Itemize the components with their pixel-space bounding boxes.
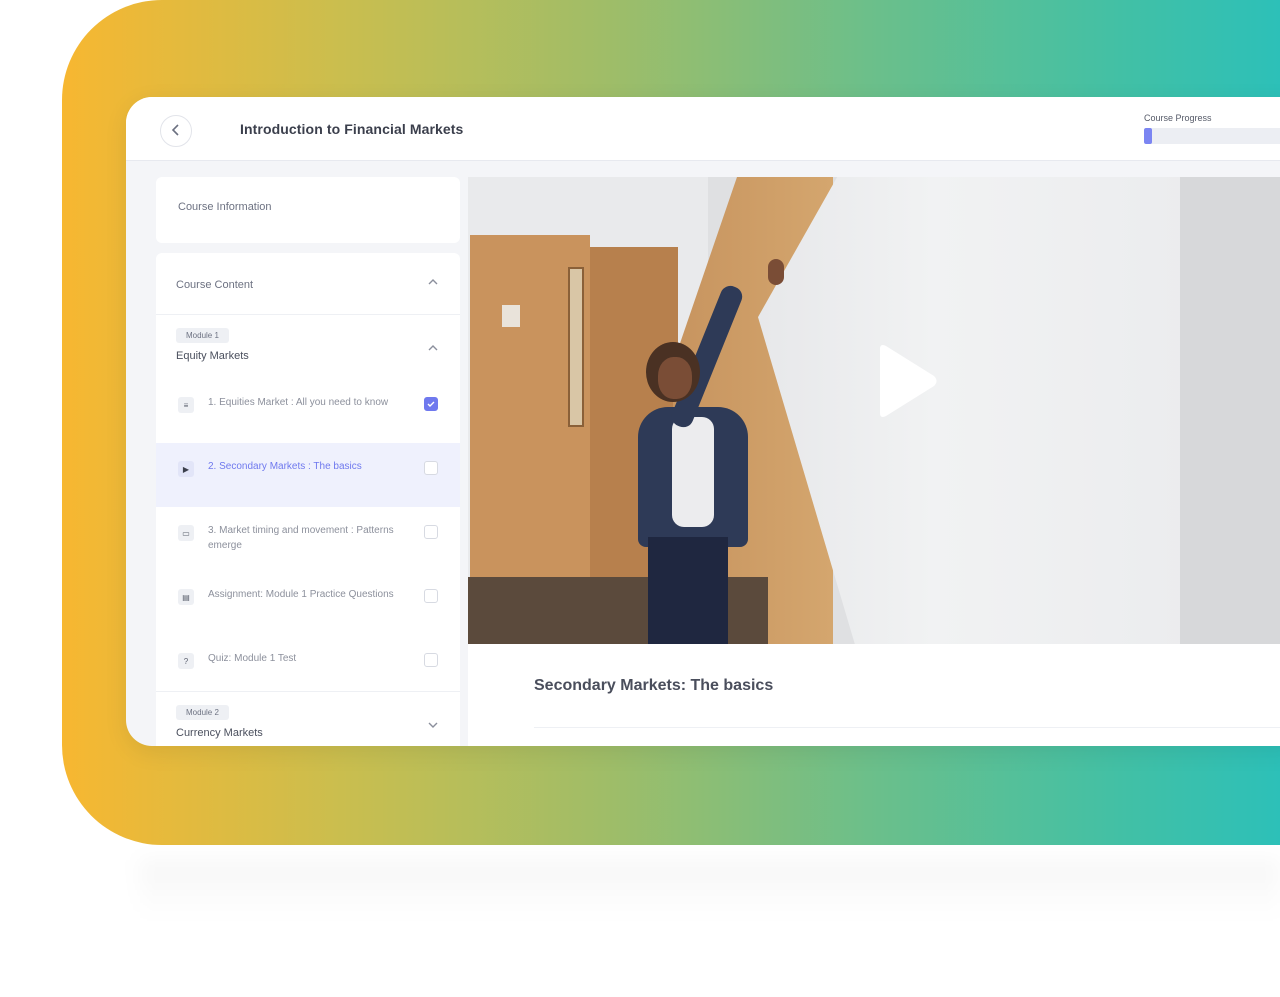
lesson-label: Quiz: Module 1 Test xyxy=(208,653,297,664)
course-progress: Course Progress xyxy=(1144,113,1280,144)
lesson-item[interactable]: ? Quiz: Module 1 Test xyxy=(156,635,460,699)
module-title: Equity Markets xyxy=(176,350,249,362)
lesson-label: Assignment: Module 1 Practice Questions xyxy=(208,589,394,600)
chevron-down-icon xyxy=(428,720,438,732)
lesson-label: 3. Market timing and movement : Patterns… xyxy=(208,525,394,551)
play-icon xyxy=(870,341,940,426)
progress-label: Course Progress xyxy=(1144,113,1212,123)
app-window: Introduction to Financial Markets Course… xyxy=(126,97,1280,746)
course-content-header[interactable]: Course Content xyxy=(156,253,460,315)
video-frame-presenter-face xyxy=(658,357,692,399)
progress-track xyxy=(1144,128,1280,144)
chevron-left-icon xyxy=(171,123,181,139)
video-frame-presenter xyxy=(628,407,758,644)
lesson-label: 2. Secondary Markets : The basics xyxy=(208,461,362,472)
module-2-header[interactable]: Module 2 Currency Markets xyxy=(156,691,460,746)
video-frame-door-window xyxy=(568,267,584,427)
chevron-up-icon xyxy=(428,277,438,289)
lesson-checkbox[interactable] xyxy=(424,653,438,667)
video-frame-presenter-hand xyxy=(768,259,784,285)
video-frame-sign xyxy=(502,305,520,327)
play-button[interactable] xyxy=(870,343,940,423)
play-icon: ▶ xyxy=(178,461,194,477)
back-button[interactable] xyxy=(160,115,192,147)
course-information-label: Course Information xyxy=(178,201,272,213)
chevron-up-icon xyxy=(428,343,438,355)
module-title: Currency Markets xyxy=(176,727,263,739)
top-bar: Introduction to Financial Markets Course… xyxy=(126,97,1280,161)
lesson-item[interactable]: ▭ 3. Market timing and movement : Patter… xyxy=(156,507,460,571)
lesson-item[interactable]: ▤ Assignment: Module 1 Practice Question… xyxy=(156,571,460,635)
video-frame-wall-right xyxy=(1180,177,1280,644)
lesson-label: 1. Equities Market : All you need to kno… xyxy=(208,397,389,408)
video-player[interactable] xyxy=(468,177,1280,644)
quiz-icon: ? xyxy=(178,653,194,669)
main-content: Secondary Markets: The basics xyxy=(468,177,1280,746)
course-information-item[interactable]: Course Information xyxy=(156,177,460,243)
drop-shadow xyxy=(140,860,1280,920)
sidebar: Course Information Course Content Module… xyxy=(156,177,460,746)
lesson-item-active[interactable]: ▶ 2. Secondary Markets : The basics xyxy=(156,443,460,507)
assignment-icon: ▤ xyxy=(178,589,194,605)
module-1-header[interactable]: Module 1 Equity Markets xyxy=(156,315,460,379)
lesson-checkbox[interactable] xyxy=(424,589,438,603)
course-content-label: Course Content xyxy=(176,279,254,291)
lesson-heading: Secondary Markets: The basics xyxy=(534,677,774,694)
lesson-checkbox[interactable] xyxy=(424,461,438,475)
course-content-panel: Course Content Module 1 Equity Markets ≡… xyxy=(156,253,460,746)
lesson-checkbox[interactable] xyxy=(424,525,438,539)
document-icon: ▭ xyxy=(178,525,194,541)
lesson-checkbox[interactable] xyxy=(424,397,438,411)
divider xyxy=(534,727,1280,728)
stage: Introduction to Financial Markets Course… xyxy=(0,0,1280,997)
lesson-item[interactable]: ≡ 1. Equities Market : All you need to k… xyxy=(156,379,460,443)
module-badge: Module 1 xyxy=(176,328,229,343)
document-icon: ≡ xyxy=(178,397,194,413)
progress-fill xyxy=(1144,128,1152,144)
module-badge: Module 2 xyxy=(176,705,229,720)
course-title: Introduction to Financial Markets xyxy=(240,121,464,137)
